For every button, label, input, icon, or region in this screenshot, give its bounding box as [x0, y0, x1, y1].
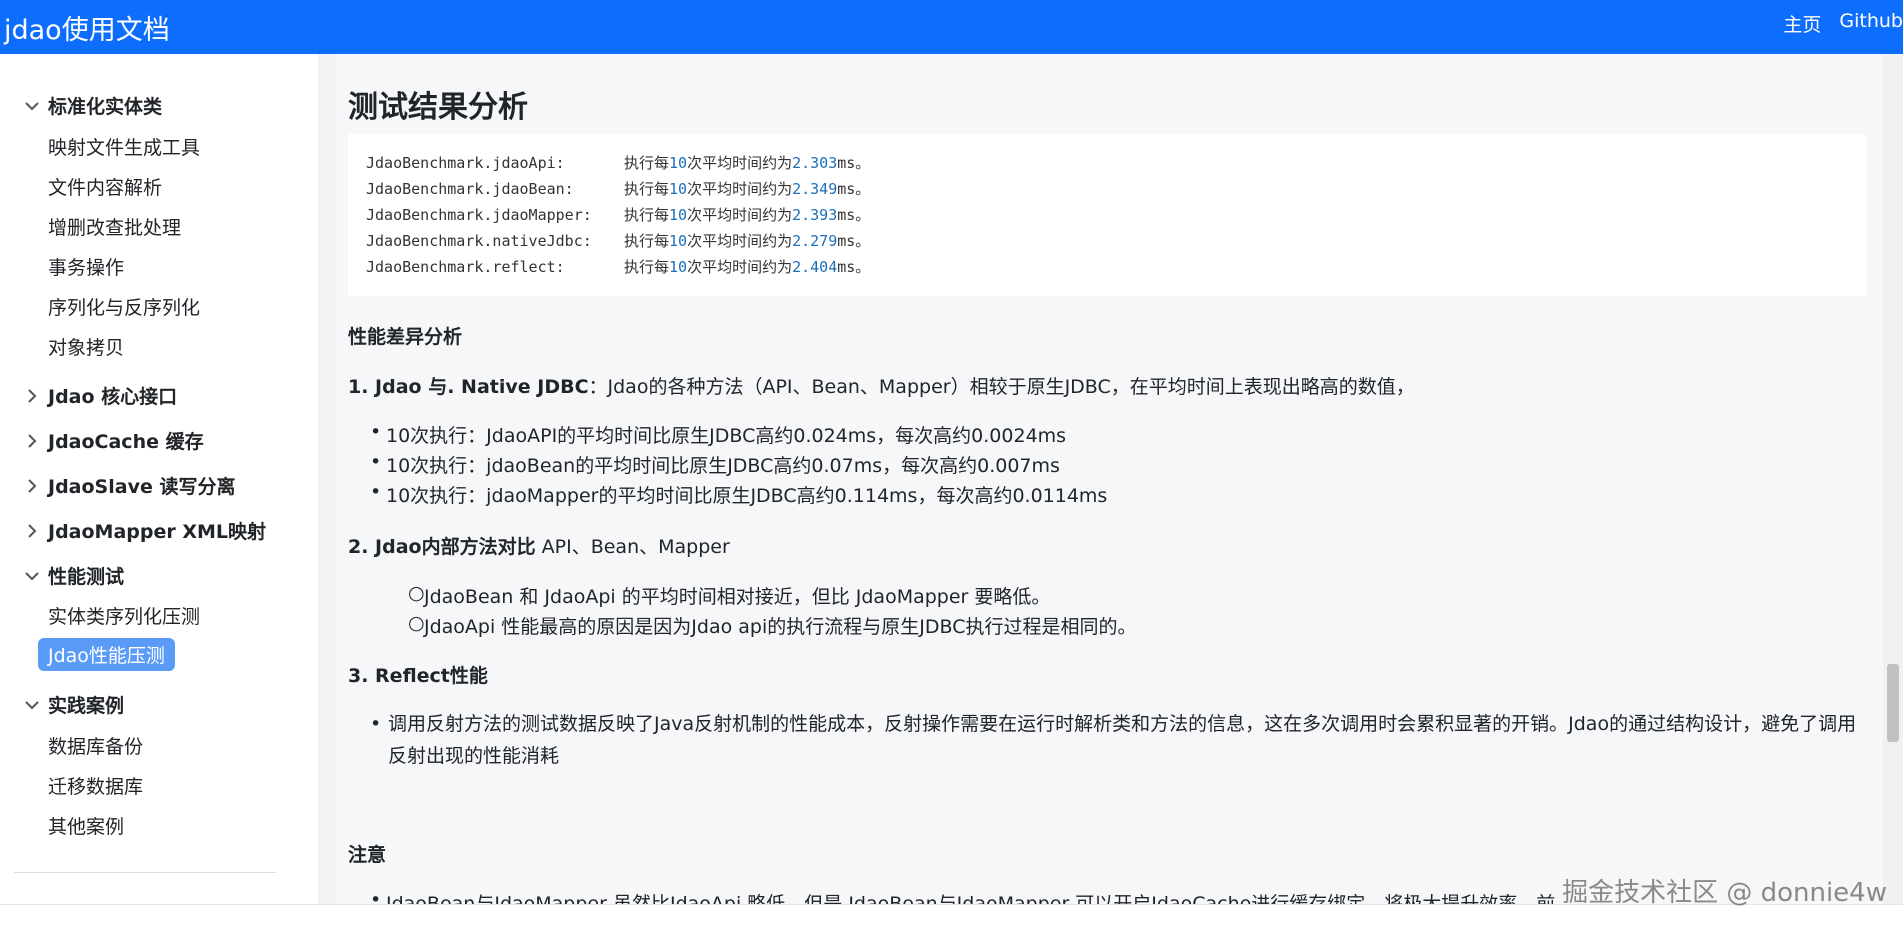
brand-title[interactable]: jdao使用文档	[4, 8, 170, 47]
code-line: JdaoBenchmark.nativeJdbc: 执行每10次平均时间约为2.2…	[366, 232, 871, 250]
section-heading-note: 注意	[348, 844, 387, 866]
sidebar-group-entity[interactable]: 标准化实体类	[24, 92, 162, 119]
code-line: JdaoBenchmark.jdaoBean: 执行每10次平均时间约为2.349…	[366, 180, 871, 198]
section-heading-reflect: 3. Reflect性能	[348, 665, 488, 687]
sidebar-divider	[14, 872, 276, 873]
sidebar-item-serialization[interactable]: 序列化与反序列化	[48, 293, 200, 320]
sidebar-group-label: 性能测试	[48, 566, 125, 588]
sidebar-item-mapping-tool[interactable]: 映射文件生成工具	[48, 133, 200, 160]
list-item: • 10次执行：JdaoAPI的平均时间比原生JDBC高约0.024ms，每次高约…	[370, 421, 1067, 447]
sidebar-group-label: JdaoCache 缓存	[48, 431, 204, 453]
sidebar-item-other-cases[interactable]: 其他案例	[48, 812, 124, 839]
list-item: ○ JdaoBean 和 JdaoApi 的平均时间相对接近，但比 JdaoMap…	[408, 582, 1051, 608]
code-line: JdaoBenchmark.jdaoApi: 执行每10次平均时间约为2.303m…	[366, 154, 871, 172]
chevron-right-icon	[28, 433, 37, 448]
content-gutter	[318, 54, 336, 929]
sidebar-group-mapper[interactable]: JdaoMapper XML映射	[24, 517, 266, 544]
sidebar-item-object-copy[interactable]: 对象拷贝	[48, 333, 124, 360]
sidebar-group-slave[interactable]: JdaoSlave 读写分离	[24, 472, 235, 499]
chevron-down-icon	[25, 571, 39, 580]
sidebar-item-entity-bench[interactable]: 实体类序列化压测	[48, 602, 200, 629]
list-item: • 调用反射方法的测试数据反映了Java反射机制的性能成本，反射操作需要在运行时解…	[370, 713, 1857, 767]
sidebar-item-crud-batch[interactable]: 增删改查批处理	[48, 213, 181, 240]
sidebar: 标准化实体类 映射文件生成工具 文件内容解析 增删改查批处理 事务操作 序列化与…	[0, 54, 318, 929]
sidebar-item-db-backup[interactable]: 数据库备份	[48, 732, 143, 759]
sidebar-item-jdao-bench[interactable]: Jdao性能压测	[38, 638, 175, 671]
sidebar-group-label: 实践案例	[48, 695, 125, 717]
paragraph-1: 1. Jdao 与. Native JDBC：Jdao的各种方法（API、Bea…	[348, 376, 1415, 398]
sidebar-group-label: 标准化实体类	[48, 96, 163, 118]
sidebar-group-label: JdaoSlave 读写分离	[48, 476, 236, 498]
list-item: • 10次执行：jdaoMapper的平均时间比原生JDBC高约0.114ms，每…	[370, 481, 1108, 507]
paragraph-2: 2. Jdao内部方法对比 API、Bean、Mapper	[348, 536, 730, 558]
sidebar-group-cases[interactable]: 实践案例	[24, 691, 124, 718]
chevron-right-icon	[28, 388, 37, 403]
list-item: ○ JdaoApi 性能最高的原因是因为Jdao api的执行流程与原生JDBC执…	[408, 612, 1137, 638]
code-line: JdaoBenchmark.reflect: 执行每10次平均时间约为2.404m…	[366, 258, 871, 276]
watermark: 掘金技术社区 @ donnie4w	[1562, 878, 1887, 908]
sidebar-group-core[interactable]: Jdao 核心接口	[24, 382, 177, 409]
page-title: 测试结果分析	[348, 90, 528, 125]
chevron-down-icon	[25, 700, 39, 709]
code-line: JdaoBenchmark.jdaoMapper: 执行每10次平均时间约为2.3…	[366, 206, 871, 224]
list-item: • 10次执行：jdaoBean的平均时间比原生JDBC高约0.07ms，每次高约…	[370, 451, 1060, 477]
code-block: JdaoBenchmark.jdaoApi: 执行每10次平均时间约为2.303m…	[348, 134, 1866, 296]
chevron-right-icon	[28, 523, 37, 538]
sidebar-item-db-migrate[interactable]: 迁移数据库	[48, 772, 143, 799]
scrollbar-thumb[interactable]	[1887, 664, 1899, 742]
sidebar-group-cache[interactable]: JdaoCache 缓存	[24, 427, 204, 454]
nav-home-link[interactable]: 主页	[1783, 10, 1821, 37]
list-item: • JdaoBean与JdaoMapper 虽然比JdaoApi 略低，但是 Jd…	[370, 889, 1556, 904]
scrollbar-track[interactable]	[1883, 54, 1903, 904]
top-nav: 主页 Github	[1783, 10, 1903, 37]
sidebar-group-label: JdaoMapper XML映射	[48, 521, 267, 543]
section-heading-perf: 性能差异分析	[348, 326, 463, 348]
sidebar-item-transaction[interactable]: 事务操作	[48, 253, 124, 280]
top-navbar: jdao使用文档 主页 Github	[0, 0, 1903, 54]
nav-github-link[interactable]: Github	[1839, 10, 1903, 37]
chevron-right-icon	[28, 478, 37, 493]
chevron-down-icon	[25, 101, 39, 110]
sidebar-item-file-parse[interactable]: 文件内容解析	[48, 173, 162, 200]
sidebar-group-perf[interactable]: 性能测试	[24, 562, 124, 589]
sidebar-group-label: Jdao 核心接口	[48, 386, 178, 408]
